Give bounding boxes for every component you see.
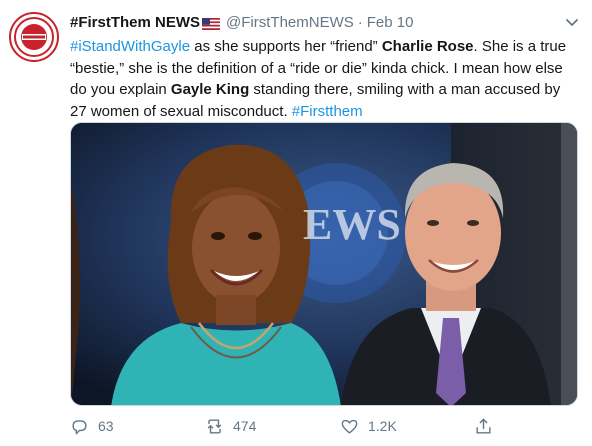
like-button[interactable]: 1.2K	[340, 414, 397, 438]
tweet-text-part: as she supports her “friend”	[190, 38, 382, 55]
retweet-icon	[207, 418, 222, 434]
reply-icon	[72, 419, 87, 434]
tweet-photo[interactable]: EWS	[70, 122, 578, 406]
retweet-count: 474	[233, 418, 257, 434]
tweet-header: #FirstThem NEWS @FirstThemNEWS · Feb 10	[70, 12, 413, 32]
like-count: 1.2K	[368, 418, 397, 434]
mention-charlie-rose: Charlie Rose	[381, 38, 474, 55]
tweet-actions: 63 474 1.2K	[70, 414, 580, 438]
tweet-date[interactable]: Feb 10	[367, 14, 414, 31]
display-name[interactable]: #FirstThem NEWS	[70, 14, 200, 31]
tweet-card[interactable]: #FirstThem NEWS @FirstThemNEWS · Feb 10 …	[0, 0, 592, 446]
backdrop-text: EWS	[303, 200, 401, 249]
photo-illustration: EWS	[71, 123, 577, 405]
hashtag-istandwithgayle[interactable]: #iStandWithGayle	[70, 38, 190, 55]
share-button[interactable]	[474, 414, 502, 438]
caret-down-icon[interactable]	[564, 14, 580, 30]
mention-gayle-king: Gayle King	[170, 81, 250, 98]
separator-dot: ·	[357, 13, 363, 31]
reply-button[interactable]: 63	[70, 414, 114, 438]
hashtag-firstthem[interactable]: #Firstthem	[292, 103, 363, 120]
avatar[interactable]	[9, 12, 59, 62]
retweet-button[interactable]: 474	[205, 414, 256, 438]
user-handle[interactable]: @FirstThemNEWS	[226, 14, 354, 31]
tweet-text: #iStandWithGayle as she supports her “fr…	[70, 36, 580, 122]
accountability-logo-icon	[12, 15, 56, 59]
share-icon	[476, 417, 491, 434]
us-flag-icon	[202, 17, 221, 30]
reply-count: 63	[98, 418, 114, 434]
like-icon	[341, 419, 358, 434]
